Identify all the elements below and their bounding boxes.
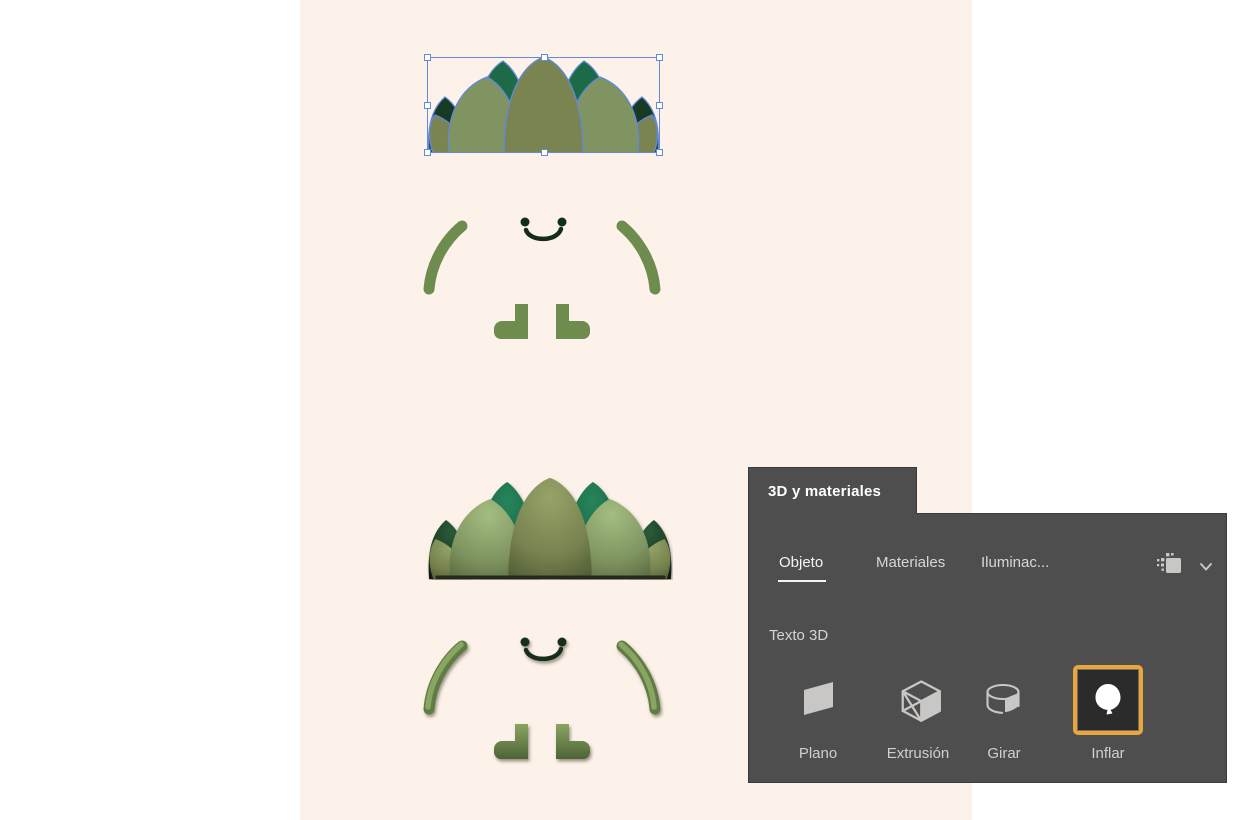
- illustrator-workspace: 3D y materiales Objeto Materiales Ilumin…: [0, 0, 1240, 820]
- selection-handle[interactable]: [424, 102, 431, 109]
- panel-title: 3D y materiales: [768, 482, 882, 500]
- face-3d: [520, 637, 567, 662]
- selection-handle[interactable]: [541, 149, 548, 156]
- section-label-texto-3d: Texto 3D: [769, 627, 829, 644]
- tool-inflar-iconbox: [1073, 665, 1143, 735]
- arms-2d: [423, 220, 661, 295]
- tab-objeto[interactable]: Objeto: [777, 554, 827, 582]
- render-settings-button[interactable]: [1150, 547, 1188, 581]
- flat-character-artwork[interactable]: [415, 198, 665, 348]
- tool-extrusion-iconbox: [883, 665, 953, 735]
- tab-iluminacion[interactable]: Iluminac...: [981, 554, 1049, 571]
- extrude-cube-icon: [901, 680, 941, 722]
- panel-3d-materials: Objeto Materiales Iluminac... Texto 3D P…: [748, 513, 1227, 783]
- boots-3d: [494, 724, 590, 759]
- tab-materiales[interactable]: Materiales: [876, 554, 945, 571]
- selection-handle[interactable]: [424, 149, 431, 156]
- tool-girar-iconbox: [969, 665, 1039, 735]
- arms-3d: [423, 640, 661, 715]
- inflated-leaves-artwork[interactable]: [427, 477, 673, 580]
- plane-icon: [804, 682, 833, 715]
- selection-bounding-box[interactable]: [424, 54, 663, 156]
- render-settings-icon: [1157, 553, 1181, 573]
- tool-inflar-label: Inflar: [1091, 745, 1125, 762]
- selection-handle[interactable]: [656, 54, 663, 61]
- panel-title-tab[interactable]: 3D y materiales: [748, 467, 917, 514]
- tool-inflar[interactable]: Inflar: [1073, 665, 1143, 762]
- face-2d: [520, 217, 567, 242]
- revolve-cylinder-icon: [986, 683, 1020, 714]
- selection-handle[interactable]: [541, 54, 548, 61]
- chevron-down-icon: [1200, 563, 1212, 571]
- selection-handle[interactable]: [656, 149, 663, 156]
- selection-handle[interactable]: [656, 102, 663, 109]
- inflate-balloon-icon: [1095, 684, 1121, 715]
- inflated-character-artwork[interactable]: [415, 618, 665, 768]
- selection-handle[interactable]: [424, 54, 431, 61]
- tool-plano-iconbox: [783, 665, 853, 735]
- boots-2d: [494, 304, 590, 339]
- panel-menu-button[interactable]: [1195, 558, 1217, 576]
